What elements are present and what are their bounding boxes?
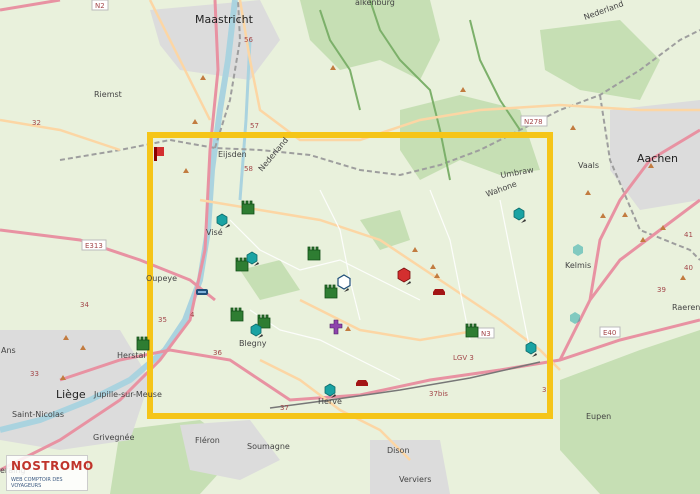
castle-icon[interactable] <box>324 284 338 299</box>
label-vaals: Vaals <box>578 161 599 170</box>
label-saint-nicolas: Saint-Nicolas <box>12 410 64 419</box>
blue-train-icon[interactable] <box>196 289 208 295</box>
label-road-56: 56 <box>244 36 253 44</box>
label-herstal: Herstal <box>117 351 146 360</box>
label-maastricht: Maastricht <box>195 13 254 26</box>
castle-icon[interactable] <box>241 200 255 215</box>
svg-text:N278: N278 <box>524 118 543 126</box>
cyan-hexagon-icon[interactable] <box>513 207 525 221</box>
label-eupen: Eupen <box>586 412 611 421</box>
label-road-41: 41 <box>684 231 693 239</box>
label-road-35: 35 <box>158 316 167 324</box>
label-dison: Dison <box>387 446 410 455</box>
label-blegny: Blegny <box>239 339 267 348</box>
logo-subtitle: WEB COMPTOIR DES VOYAGEURS <box>11 477 63 489</box>
nostromo-logo[interactable]: NOSTROMO WEB COMPTOIR DES VOYAGEURS <box>6 455 93 491</box>
cyan-hexagon-icon[interactable] <box>250 323 262 337</box>
label-liege: Liège <box>56 388 86 401</box>
logo-title: NOSTROMO <box>11 459 94 473</box>
label-aachen: Aachen <box>637 152 678 165</box>
cyan-hexagon-icon[interactable] <box>246 251 258 265</box>
label-road-34: 34 <box>80 301 89 309</box>
road-shield-e313: E313 <box>81 239 107 251</box>
label-herve: Herve <box>318 397 342 406</box>
castle-icon[interactable] <box>307 246 321 261</box>
label-vise: Visé <box>206 227 223 237</box>
svg-text:N3: N3 <box>481 330 491 338</box>
svg-text:E40: E40 <box>603 329 616 337</box>
label-valkenburg: alkenburg <box>355 0 395 7</box>
label-road-32: 32 <box>32 119 41 127</box>
castle-icon[interactable] <box>136 336 150 351</box>
label-soumagne: Soumagne <box>247 442 290 451</box>
car-icon[interactable] <box>356 380 368 386</box>
svg-text:N2: N2 <box>95 2 105 10</box>
label-road-58: 58 <box>244 165 253 173</box>
red-hexagon-icon[interactable] <box>397 267 411 283</box>
label-road-37bis: 37bis <box>429 390 448 398</box>
svg-text:E313: E313 <box>85 242 103 250</box>
label-road-4: 4 <box>190 311 195 319</box>
label-verviers: Verviers <box>399 475 431 484</box>
cyan-hexagon-icon[interactable] <box>216 213 228 227</box>
castle-icon[interactable] <box>465 323 479 338</box>
cyan-hexagon-icon[interactable] <box>525 341 537 355</box>
label-raeren: Raeren <box>672 303 700 312</box>
road-shield-n2: N2 <box>91 0 109 11</box>
label-eijsden: Eijsden <box>218 150 247 159</box>
label-road-39: 39 <box>657 286 666 294</box>
label-jupille: Jupille-sur-Meuse <box>93 390 162 399</box>
label-road-37: 37 <box>280 404 289 412</box>
label-road-3: 3 <box>542 386 546 394</box>
label-road-36: 36 <box>213 349 222 357</box>
map-canvas[interactable]: Maastricht Aachen Riemst Eijsden Vaals V… <box>0 0 700 494</box>
castle-icon[interactable] <box>235 257 249 272</box>
label-ans: Ans <box>1 346 16 355</box>
cyan-hexagon-icon[interactable] <box>324 383 336 397</box>
label-kelmis: Kelmis <box>565 261 591 270</box>
label-road-33: 33 <box>30 370 39 378</box>
label-grivegnee: Grivegnée <box>93 432 134 442</box>
road-shield-n278: N278 <box>520 115 548 127</box>
label-fleron: Fléron <box>195 435 220 445</box>
label-road-40: 40 <box>684 264 693 272</box>
road-shield-e40: E40 <box>599 326 621 338</box>
white-hexagon-icon[interactable] <box>337 274 351 290</box>
label-road-57: 57 <box>250 122 259 130</box>
label-oupeye: Oupeye <box>146 274 177 283</box>
label-lgv3: LGV 3 <box>453 354 474 362</box>
car-icon[interactable] <box>433 289 445 295</box>
road-shield-n3: N3 <box>477 327 495 339</box>
castle-icon[interactable] <box>230 307 244 322</box>
label-riemst: Riemst <box>94 90 122 99</box>
